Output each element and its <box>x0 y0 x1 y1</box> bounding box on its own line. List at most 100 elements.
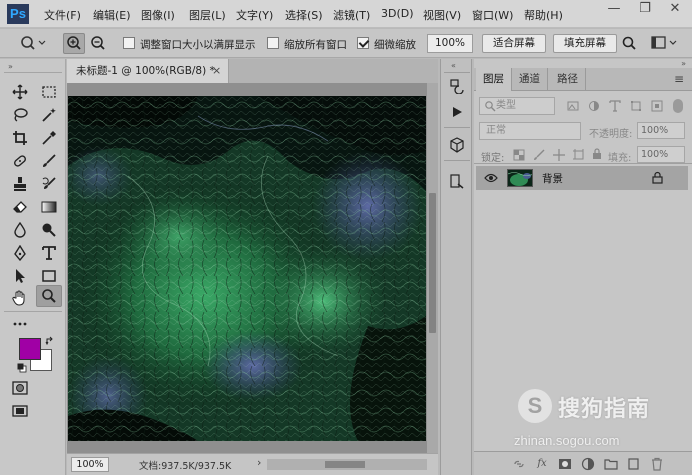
menu-window[interactable]: 窗口(W) <box>472 7 513 23</box>
pen-tool-icon[interactable] <box>7 242 33 264</box>
zoom-percent-field[interactable]: 100% <box>427 34 473 53</box>
panel-tabs: 图层 通道 路径 ≡ <box>474 68 692 91</box>
filter-shape-icon[interactable] <box>630 100 642 112</box>
search-icon[interactable] <box>621 35 637 54</box>
fill-screen-button[interactable]: 填充屏幕 <box>553 34 617 53</box>
lock-position-icon[interactable] <box>553 149 565 161</box>
lock-pixels-icon[interactable] <box>533 149 545 161</box>
hand-tool-icon[interactable] <box>7 287 33 309</box>
eraser-icon[interactable] <box>7 196 33 218</box>
new-layer-icon[interactable] <box>627 457 641 471</box>
layer-row[interactable]: 背景 <box>476 166 688 190</box>
collapse-dock-icon[interactable]: « <box>451 61 456 70</box>
more-tools-icon[interactable] <box>7 313 33 335</box>
layer-effects-icon[interactable]: fx <box>535 457 549 471</box>
filter-adjustment-icon[interactable] <box>588 100 600 112</box>
history-panel-icon[interactable] <box>448 77 466 95</box>
crop-tool-icon[interactable] <box>7 127 33 149</box>
collapse-panel-icon[interactable]: » <box>681 59 686 68</box>
link-layers-icon[interactable] <box>512 457 526 471</box>
fit-screen-button[interactable]: 适合屏幕 <box>482 34 546 53</box>
rectangular-marquee-icon[interactable] <box>36 81 62 103</box>
filter-smart-object-icon[interactable] <box>651 100 663 112</box>
document-tab[interactable]: 未标题-1 @ 100%(RGB/8) * × <box>67 59 229 83</box>
lock-transparent-icon[interactable] <box>513 149 525 161</box>
menu-filter[interactable]: 滤镜(T) <box>333 7 370 23</box>
menu-edit[interactable]: 编辑(E) <box>93 7 131 23</box>
foreground-color-swatch[interactable] <box>19 338 41 360</box>
menu-3d[interactable]: 3D(D) <box>381 7 414 20</box>
move-tool-icon[interactable] <box>7 81 33 103</box>
menu-image[interactable]: 图像(I) <box>141 7 175 23</box>
add-mask-icon[interactable] <box>558 457 572 471</box>
tab-layers[interactable]: 图层 <box>476 68 512 91</box>
screen-mode-icon[interactable] <box>7 400 33 422</box>
menu-view[interactable]: 视图(V) <box>423 7 461 23</box>
layer-name[interactable]: 背景 <box>542 171 563 186</box>
menu-file[interactable]: 文件(F) <box>44 7 81 23</box>
actions-play-icon[interactable] <box>448 103 466 121</box>
document-canvas[interactable] <box>68 96 426 441</box>
status-zoom-field[interactable]: 100% <box>71 457 109 472</box>
opacity-field[interactable]: 100% <box>637 122 685 139</box>
close-tab-icon[interactable]: × <box>212 59 221 83</box>
lasso-tool-icon[interactable] <box>7 104 33 126</box>
history-brush-icon[interactable] <box>36 173 62 195</box>
zoom-tool-preset-icon[interactable] <box>20 35 46 54</box>
document-size-info[interactable]: 文档:937.5K/937.5K <box>139 458 231 472</box>
adjustment-layer-icon[interactable] <box>581 457 595 471</box>
sogou-logo-icon: S <box>518 389 552 423</box>
healing-brush-icon[interactable] <box>7 150 33 172</box>
swap-colors-icon[interactable] <box>45 336 55 349</box>
menu-layer[interactable]: 图层(L) <box>189 7 226 23</box>
rectangle-tool-icon[interactable] <box>36 265 62 287</box>
vertical-scrollbar[interactable] <box>427 83 438 453</box>
properties-panel-icon[interactable] <box>448 172 466 190</box>
minimize-button[interactable]: — <box>599 0 629 20</box>
brush-tool-icon[interactable] <box>36 150 62 172</box>
dodge-tool-icon[interactable] <box>36 219 62 241</box>
horizontal-scroll-thumb[interactable] <box>325 461 365 468</box>
lock-artboard-icon[interactable] <box>573 149 585 161</box>
filter-type-icon[interactable] <box>609 100 621 112</box>
lock-all-icon[interactable] <box>591 148 603 160</box>
eyedropper-icon[interactable] <box>36 127 62 149</box>
zoom-out-icon[interactable] <box>88 34 108 56</box>
horizontal-scrollbar[interactable] <box>267 459 427 470</box>
collapse-tools-icon[interactable]: » <box>8 62 13 71</box>
filter-pixel-icon[interactable] <box>567 100 579 112</box>
status-menu-arrow[interactable]: › <box>257 456 261 469</box>
scrubby-zoom-checkbox[interactable] <box>357 37 369 52</box>
zoom-in-icon[interactable] <box>63 33 85 54</box>
zoom-tool-icon[interactable] <box>36 285 62 307</box>
type-tool-icon[interactable] <box>36 242 62 264</box>
layer-lock-icon <box>652 171 663 184</box>
close-window-button[interactable]: ✕ <box>660 0 690 20</box>
eye-visibility-icon[interactable] <box>484 173 498 183</box>
blur-tool-icon[interactable] <box>7 219 33 241</box>
path-selection-icon[interactable] <box>7 265 33 287</box>
menu-select[interactable]: 选择(S) <box>285 7 323 23</box>
blend-mode-select[interactable]: 正常 <box>479 122 581 140</box>
vertical-scroll-thumb[interactable] <box>429 193 436 333</box>
delete-layer-icon[interactable] <box>650 457 664 471</box>
quick-mask-icon[interactable] <box>7 377 33 399</box>
restore-button[interactable]: ❐ <box>630 0 660 20</box>
menu-type[interactable]: 文字(Y) <box>236 7 273 23</box>
zoom-all-windows-checkbox[interactable] <box>267 37 279 52</box>
panel-menu-icon[interactable]: ≡ <box>674 72 684 86</box>
tab-paths[interactable]: 路径 <box>550 68 586 91</box>
gradient-tool-icon[interactable] <box>36 196 62 218</box>
menu-help[interactable]: 帮助(H) <box>524 7 563 23</box>
fill-field[interactable]: 100% <box>637 146 685 163</box>
new-group-icon[interactable] <box>604 457 618 471</box>
magic-wand-icon[interactable] <box>36 104 62 126</box>
filter-toggle[interactable] <box>673 99 683 113</box>
default-colors-icon[interactable] <box>17 363 27 376</box>
workspace-switcher-icon[interactable] <box>651 36 679 53</box>
resize-windows-checkbox[interactable] <box>123 37 135 52</box>
clone-stamp-icon[interactable] <box>7 173 33 195</box>
3d-panel-icon[interactable] <box>448 136 466 154</box>
resize-windows-label: 调整窗口大小以满屏显示 <box>140 39 256 51</box>
tab-channels[interactable]: 通道 <box>512 68 548 91</box>
